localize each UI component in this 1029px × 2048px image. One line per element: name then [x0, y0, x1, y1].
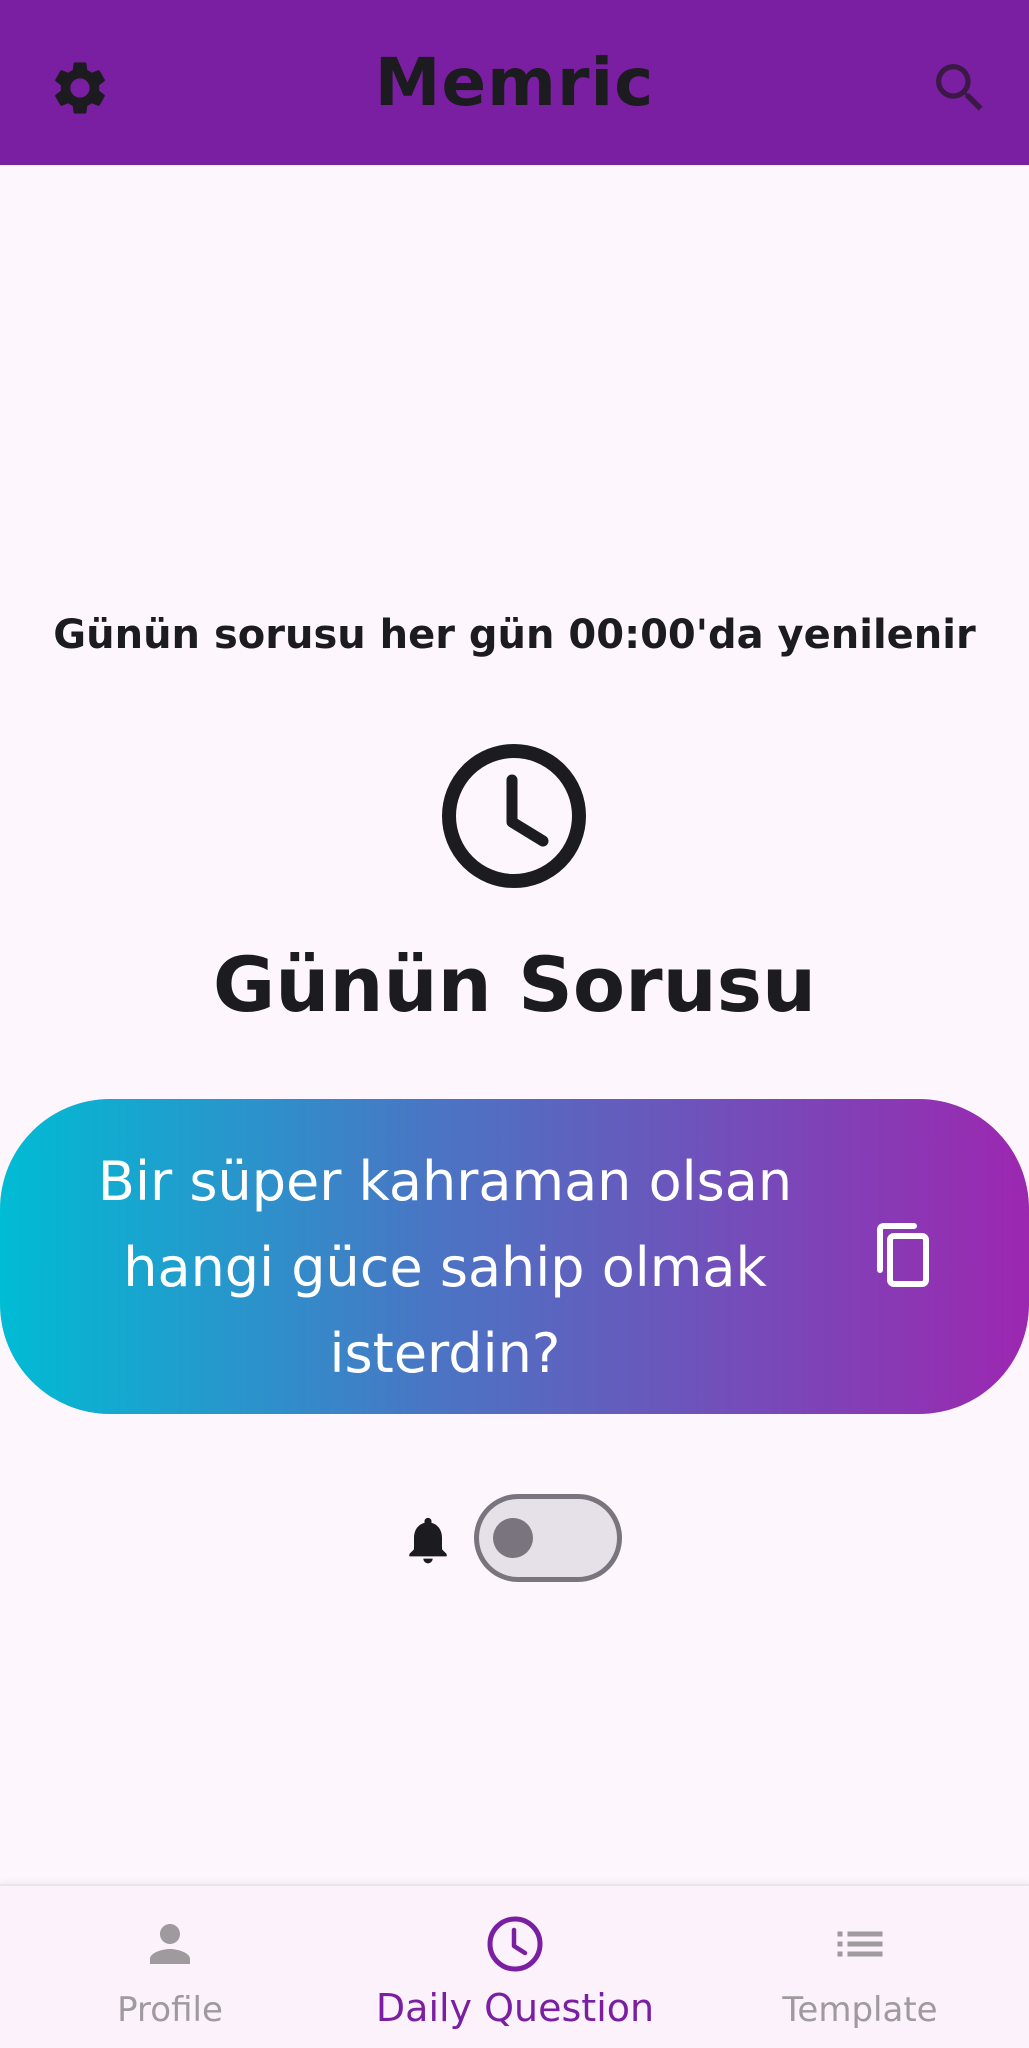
clock-icon — [440, 742, 588, 890]
gear-icon — [55, 62, 105, 114]
search-icon — [936, 64, 983, 111]
nav-label-template: Template — [782, 1990, 938, 2030]
person-icon — [140, 1914, 200, 1974]
app-bar: Memric — [0, 0, 1029, 165]
app-title: Memric — [374, 44, 655, 121]
settings-button[interactable] — [48, 56, 112, 120]
copy-icon — [877, 1223, 929, 1287]
nav-label-daily-question: Daily Question — [375, 1986, 655, 2030]
nav-item-daily-question[interactable]: Daily Question — [355, 1886, 675, 2048]
toggle-knob — [493, 1518, 533, 1558]
question-title: Günün Sorusu — [212, 940, 817, 1029]
list-icon — [830, 1914, 890, 1974]
bell-icon — [400, 1510, 456, 1570]
notification-row — [400, 1490, 630, 1586]
copy-button[interactable] — [868, 1220, 938, 1290]
search-button[interactable] — [928, 56, 992, 120]
question-text: Bir süper kahraman olsan hangi güce sahi… — [97, 1150, 793, 1385]
nav-item-profile[interactable]: Profile — [70, 1886, 270, 2048]
notification-toggle[interactable] — [474, 1494, 622, 1582]
refresh-info-text: Günün sorusu her gün 00:00'da yenilenir — [53, 612, 976, 658]
clock-icon — [485, 1914, 545, 1974]
bottom-navigation: Profile Daily Question Template — [0, 1884, 1029, 2048]
nav-item-template[interactable]: Template — [760, 1886, 960, 2048]
nav-label-profile: Profile — [117, 1990, 223, 2030]
